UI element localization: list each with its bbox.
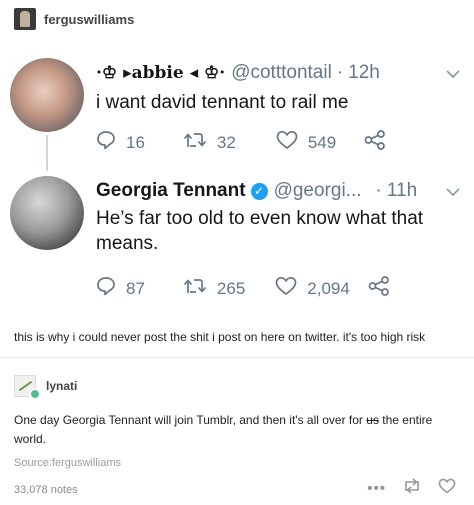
reply-icon (96, 130, 116, 155)
share-icon (368, 276, 390, 301)
tweet-avatar (10, 176, 84, 250)
share-icon (364, 130, 386, 155)
reblog-text-before: One day Georgia Tennant will join Tumblr… (14, 413, 367, 427)
display-name: Georgia Tennant (96, 180, 246, 201)
reblog-header: lynati (14, 375, 77, 400)
reblog-icon[interactable] (402, 478, 422, 499)
reply-button[interactable]: 87 (96, 276, 145, 301)
tweet-actions: 16 32 549 (96, 130, 416, 155)
reply-button[interactable]: 16 (96, 130, 145, 155)
like-count: 549 (307, 132, 337, 152)
timestamp: 12h (348, 62, 380, 83)
retweet-button[interactable]: 32 (183, 131, 236, 154)
retweet-count: 265 (216, 278, 246, 298)
tweet-text: He’s far too old to even know what that … (96, 208, 424, 254)
reply-count: 16 (126, 132, 145, 152)
retweet-count: 32 (216, 132, 236, 152)
avatar[interactable] (14, 8, 36, 30)
notes-count[interactable]: 33,078 notes (14, 484, 78, 496)
reblog-text: One day Georgia Tennant will join Tumblr… (14, 411, 464, 449)
tweet-avatar (10, 58, 84, 132)
separator-dot: · (375, 180, 382, 201)
separator-dot: · (336, 62, 344, 83)
post-username[interactable]: ferguswilliams (44, 12, 134, 27)
verified-badge-icon: ✓ (250, 183, 268, 200)
tweet-header: Georgia Tennant ✓ @georgi... · 11h (96, 180, 417, 202)
like-button[interactable]: 2,094 (275, 276, 350, 301)
post-footer-actions: ••• (367, 478, 456, 499)
share-button[interactable] (364, 130, 386, 155)
divider (0, 357, 474, 358)
retweet-button[interactable]: 265 (183, 277, 245, 300)
retweet-icon (183, 277, 207, 300)
retweet-icon (183, 131, 207, 154)
like-count: 2,094 (307, 278, 350, 298)
heart-icon (276, 130, 298, 155)
more-options-icon[interactable]: ••• (367, 480, 386, 497)
chevron-down-icon[interactable] (446, 66, 460, 82)
share-button[interactable] (368, 276, 390, 301)
thread-line (46, 135, 48, 171)
handle: @cotttontail (231, 62, 332, 83)
display-name: ·♔ ▸abbie ◂ ♔· (96, 63, 226, 83)
heart-icon (275, 276, 297, 301)
post-header: ferguswilliams (14, 8, 134, 30)
reblog-badge-icon (29, 388, 41, 400)
timestamp: 11h (386, 180, 418, 201)
handle: @georgi... (273, 180, 362, 201)
tweet-header: ·♔ ▸abbie ◂ ♔· @cotttontail · 12h (96, 62, 380, 84)
chevron-down-icon[interactable] (446, 184, 460, 200)
reply-icon (96, 276, 116, 301)
avatar[interactable] (14, 375, 41, 400)
source-link[interactable]: Source:ferguswilliams (14, 457, 121, 469)
tweet-text: i want david tennant to rail me (96, 92, 349, 113)
tweet-actions: 87 265 2,094 (96, 276, 420, 301)
reply-count: 87 (126, 278, 145, 298)
like-button[interactable]: 549 (276, 130, 336, 155)
reblog-username[interactable]: lynati (46, 379, 77, 393)
like-icon[interactable] (438, 478, 456, 499)
reblog-text-strike: us (366, 413, 379, 427)
post-caption: this is why i could never post the shit … (14, 330, 426, 344)
